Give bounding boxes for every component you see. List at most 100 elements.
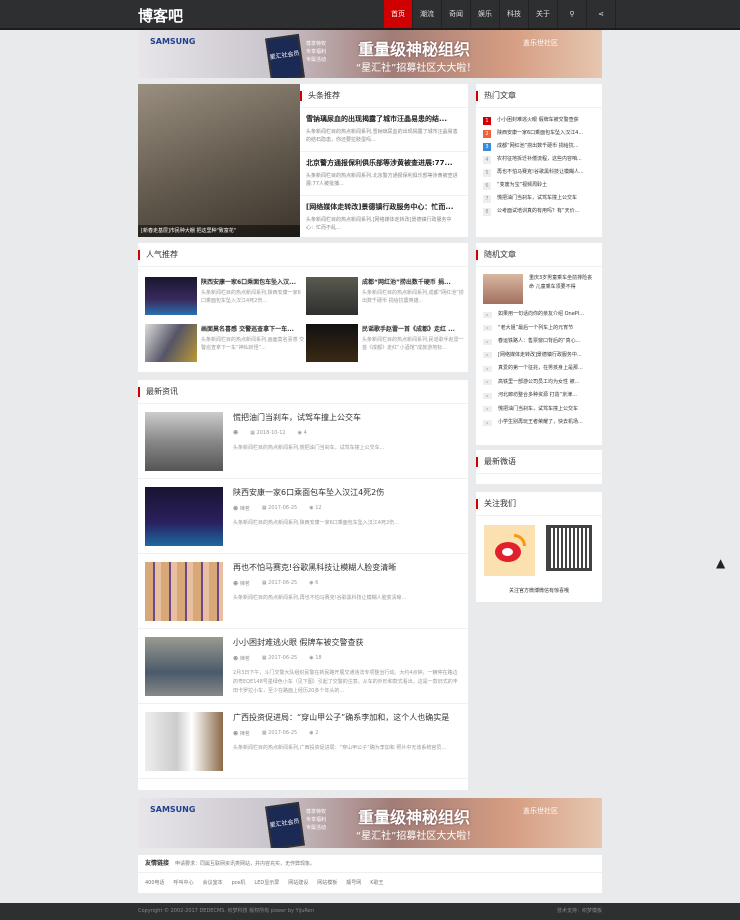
- arrow-icon: ▸: [483, 338, 492, 345]
- nav-about[interactable]: 关于: [529, 0, 558, 28]
- friend-link[interactable]: K歌王: [370, 873, 383, 893]
- rank-badge: 4: [483, 155, 491, 164]
- rank-badge: 5: [483, 168, 491, 177]
- news-thumbnail[interactable]: [145, 487, 223, 546]
- nav-home[interactable]: 首页: [384, 0, 413, 28]
- nav-odd[interactable]: 奇闻: [442, 0, 471, 28]
- random-article-title: [网络媒体走转改]景德镇行政服务中...: [498, 351, 582, 358]
- hot-article-item[interactable]: 8 公考面试培训真的有用吗？有“天价...: [476, 205, 602, 218]
- random-article-title: 如果用一句话向你的亲友介绍 OnePl...: [498, 311, 584, 317]
- news-desc: 2月3日下午，斗门交警大队组织民警在新民路开展交通违法专项整治行动。大约4点钟，…: [233, 670, 458, 694]
- popular-item[interactable]: 民谣歌手赵雷一首《成都》走红 ... 头条新闻栏目的热点新闻系列,民谣歌手赵雷一首…: [306, 324, 466, 362]
- nav-ent[interactable]: 娱乐: [471, 0, 500, 28]
- news-date: 2017-06-25: [268, 655, 298, 661]
- news-item[interactable]: 陕西安康一家6口乘面包车坠入汉江4死2伤 ☻ 楝茗 ▦ 2017-06-25 ◉ 1…: [138, 479, 468, 554]
- friend-link[interactable]: 400电话: [145, 873, 165, 893]
- hot-article-item[interactable]: 3 成都“网红池”捞出数千硬币 捐给抗...: [476, 140, 602, 153]
- news-item[interactable]: 小小困封难逃火眼 假牌车被交警查获 ☻ 楝茗 ▦ 2017-06-25 ◉ 18 2…: [138, 629, 468, 704]
- random-article-item[interactable]: ▸ 真爱的第一个征兆，在男孩身上是那...: [476, 362, 602, 376]
- friend-link[interactable]: 呼叫中心: [174, 873, 194, 893]
- eye-icon: ◉: [309, 730, 314, 736]
- hot-article-item[interactable]: 1 小小困封难逃火眼 假牌车被交警查获: [476, 114, 602, 127]
- search-icon[interactable]: ⚲: [558, 0, 587, 28]
- latest-news-card: 最新资讯 慌把油门当刹车，试驾车撞上公交车 ☻ ▦ 2018-10-12 ◉ 4 …: [138, 380, 468, 790]
- random-article-item[interactable]: ▸ 河北廊坊整合多种资源 打造“京津...: [476, 389, 602, 403]
- hot-article-item[interactable]: 6 “变废为宝”视频周聆土: [476, 179, 602, 192]
- calendar-icon: ▦: [261, 730, 267, 736]
- section-title: 头条推荐: [300, 84, 468, 108]
- random-article-title: 真爱的第一个征兆，在男孩身上是那...: [498, 365, 583, 371]
- news-desc: 头条新闻栏目的热点新闻系列,广西投资促进局：“穿山甲公子”确为李加和 照片中无该…: [233, 745, 447, 751]
- rank-badge: 8: [483, 207, 491, 216]
- share-icon[interactable]: ⋖: [587, 0, 616, 28]
- popular-item[interactable]: 陕西安康一家6口乘面包车坠入汉... 头条新闻栏目的热点新闻系列,陕西安康一家6口…: [145, 277, 305, 315]
- random-article-item[interactable]: ▸ 春运铁路人：售票窗口背后的“真心...: [476, 335, 602, 349]
- section-title: 最新资讯: [138, 380, 468, 404]
- banner-subtitle: “星汇社”招募社区大大啦！: [356, 63, 477, 74]
- links-note: 申请要求：同属互联网资讯类网站，并内容充实，无作弊现象。: [175, 861, 316, 867]
- news-title[interactable]: 再也不怕马赛克!谷歌黑科技让模糊人脸变清晰: [233, 562, 396, 573]
- arrow-icon: ▸: [483, 325, 492, 332]
- user-icon: ☻: [233, 656, 239, 662]
- site-logo[interactable]: 博客吧: [138, 5, 183, 26]
- headline-item[interactable]: 北京警方通报保利俱乐部等涉黄被查进展:77... 头条新闻栏目的热点新闻系列,北京…: [300, 152, 468, 196]
- random-article-title: 春运铁路人：售票窗口背后的“真心...: [498, 338, 581, 344]
- news-thumbnail[interactable]: [145, 562, 223, 621]
- headline-item[interactable]: 雪钠璃尿血的出现揭露了城市汪晶易患的结... 头条新闻栏目的热点新闻系列,雪钠璃尿…: [300, 108, 468, 152]
- hot-article-item[interactable]: 2 陕西安康一家6口乘面包车坠入汉江4...: [476, 127, 602, 140]
- nav-tech[interactable]: 科技: [500, 0, 529, 28]
- news-item[interactable]: 慌把油门当刹车，试驾车撞上公交车 ☻ ▦ 2018-10-12 ◉ 4 头条新闻栏…: [138, 404, 468, 479]
- random-article-item[interactable]: ▸ 慌把油门当刹车，试驾车撞上公交车: [476, 403, 602, 417]
- random-feature[interactable]: 重庆3岁男童乘车坐前排险丧命 儿童乘车须要不得: [476, 267, 602, 308]
- arrow-icon: ▸: [483, 379, 492, 386]
- random-article-item[interactable]: ▸ “老大姐”最后一个列车上的元宵节: [476, 322, 602, 336]
- friend-link[interactable]: 网站建设: [288, 873, 308, 893]
- news-desc: 头条新闻栏目的热点新闻系列,再也不怕马赛克!谷歌黑科技让模糊人脸变清晰...: [233, 595, 407, 601]
- hot-article-item[interactable]: 5 再也不怕马赛克!谷歌黑科技让模糊人...: [476, 166, 602, 179]
- random-article-item[interactable]: ▸ [网络媒体走转改]景德镇行政服务中...: [476, 349, 602, 363]
- news-date: 2017-06-25: [268, 730, 298, 736]
- ad-banner-bottom[interactable]: SAMSUNG 星汇社会员 尊享特权 专享福利 专属活动 重量级神秘组织 “星汇社”…: [138, 798, 602, 848]
- news-title[interactable]: 小小困封难逃火眼 假牌车被交警查获: [233, 637, 364, 648]
- hot-article-item[interactable]: 4 农村征地拆迁补偿流程，这些内容咱...: [476, 153, 602, 166]
- back-to-top-icon[interactable]: ▲: [716, 556, 725, 570]
- news-thumbnail[interactable]: [145, 412, 223, 471]
- popular-item[interactable]: 成都“网红池”捞出数千硬币 捐... 头条新闻栏目的热点新闻系列,成都“网红池”捞…: [306, 277, 466, 315]
- random-article-item[interactable]: ▸ 小学生别再玩王者荣耀了，快去机场...: [476, 416, 602, 430]
- eye-icon: ◉: [309, 505, 314, 511]
- hot-article-item[interactable]: 7 慌把油门当刹车，试驾车撞上公交车: [476, 192, 602, 205]
- nav-trend[interactable]: 潮流: [413, 0, 442, 28]
- ad-banner-top[interactable]: SAMSUNG 星汇社会员 尊享特权 专享福利 专属活动 重量级神秘组织 “星汇社”…: [138, 30, 602, 78]
- news-title[interactable]: 慌把油门当刹车，试驾车撞上公交车: [233, 412, 361, 423]
- news-views: 18: [315, 655, 322, 661]
- popular-item[interactable]: 画面莫名喜感 交警巡查拿下一车... 头条新闻栏目的热点新闻系列,画面莫名喜感 交…: [145, 324, 305, 362]
- section-title: 热门文章: [476, 84, 602, 108]
- random-article-item[interactable]: ▸ 如果用一句话向你的亲友介绍 OnePl...: [476, 308, 602, 322]
- slider-caption[interactable]: [新春走基层]市民种大棚 把这里种"致富花": [138, 225, 300, 237]
- news-author: 楝茗: [239, 581, 250, 587]
- news-thumbnail[interactable]: [145, 637, 223, 696]
- follow-caption: 关注官方微博微信有惊喜哦: [508, 588, 569, 594]
- news-thumbnail[interactable]: [145, 712, 223, 771]
- friend-link[interactable]: pos机: [232, 873, 246, 893]
- news-author: 楝茗: [239, 506, 250, 512]
- friend-link[interactable]: 靓号网: [346, 873, 361, 893]
- tech-support-link[interactable]: 技术支持：织梦模板: [557, 903, 602, 920]
- news-item[interactable]: 广西投资促进局：“穿山甲公子”确系李加和，这个人也确实是 ☻ 楝茗 ▦ 2017-…: [138, 704, 468, 779]
- copyright: Copyright © 2002-2017 DEDECMS. 织梦科技 版权所有…: [138, 908, 314, 914]
- random-article-item[interactable]: ▸ 高铁里一部游公司员工均为女性 被...: [476, 376, 602, 390]
- news-meta: ☻ ▦ 2018-10-12 ◉ 4: [233, 430, 307, 436]
- friend-link[interactable]: LED显示屏: [254, 873, 279, 893]
- news-meta: ☻ 楝茗 ▦ 2017-06-25 ◉ 6: [233, 580, 318, 587]
- news-item[interactable]: 再也不怕马赛克!谷歌黑科技让模糊人脸变清晰 ☻ 楝茗 ▦ 2017-06-25 ◉ …: [138, 554, 468, 629]
- news-title[interactable]: 陕西安康一家6口乘面包车坠入汉江4死2伤: [233, 487, 384, 498]
- image-slider[interactable]: [新春走基层]市民种大棚 把这里种"致富花": [138, 84, 300, 237]
- news-title[interactable]: 广西投资促进局：“穿山甲公子”确系李加和，这个人也确实是: [233, 712, 449, 723]
- friend-link[interactable]: 会议室本: [203, 873, 223, 893]
- random-article-title: “老大姐”最后一个列车上的元宵节: [498, 324, 574, 331]
- headline-item[interactable]: [网络媒体走转改]景德镇行政服务中心：忙而... 头条新闻栏目的热点新闻系列,[网…: [300, 196, 468, 240]
- links-title: 友情链接: [145, 860, 170, 867]
- friend-link[interactable]: 网站模板: [317, 873, 337, 893]
- weibo-icon[interactable]: [484, 525, 535, 576]
- calendar-icon: ▦: [250, 430, 255, 436]
